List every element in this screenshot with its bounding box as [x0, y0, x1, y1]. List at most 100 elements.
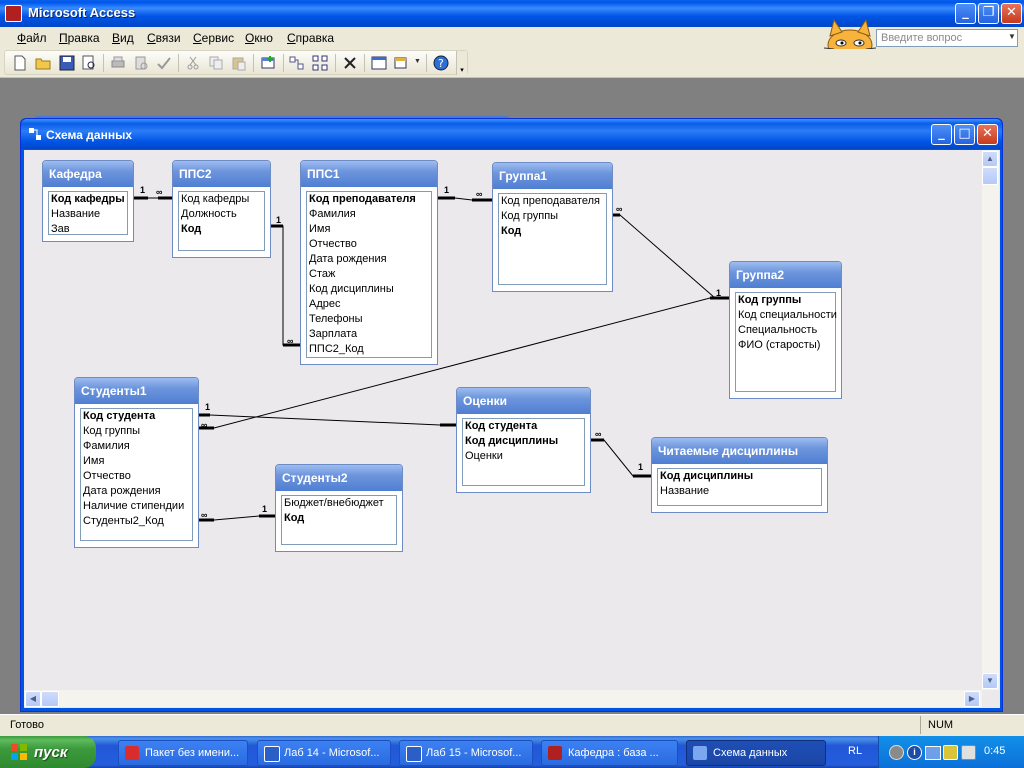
- tray-icon-4[interactable]: [943, 745, 958, 760]
- table-title[interactable]: Читаемые дисциплины: [652, 438, 827, 464]
- table-title[interactable]: Оценки: [457, 388, 590, 414]
- field[interactable]: Бюджет/внебюджет: [282, 496, 396, 511]
- field[interactable]: Стаж: [307, 267, 431, 282]
- field-list[interactable]: Код кафедры Название Зав: [48, 191, 128, 235]
- print-icon[interactable]: [110, 55, 126, 71]
- menu-relationships[interactable]: Связи: [147, 31, 181, 45]
- table-title[interactable]: Кафедра: [43, 161, 133, 187]
- key-field[interactable]: Код студента: [81, 409, 192, 424]
- table-kafedra[interactable]: Кафедра Код кафедры Название Зав: [42, 160, 134, 242]
- key-field[interactable]: Код кафедры: [49, 192, 127, 207]
- field[interactable]: Код специальности: [736, 308, 837, 323]
- help-question-input[interactable]: Введите вопрос: [876, 29, 1018, 47]
- table-pps2[interactable]: ППС2 Код кафедры Должность Код: [172, 160, 271, 258]
- table-title[interactable]: Студенты1: [75, 378, 198, 404]
- key-field[interactable]: Код студента: [463, 419, 584, 434]
- field[interactable]: Код группы: [81, 424, 192, 439]
- menu-help[interactable]: Справка: [287, 31, 334, 45]
- table-title[interactable]: ППС1: [301, 161, 437, 187]
- task-button-relationships[interactable]: Схема данных: [686, 740, 826, 766]
- spelling-icon[interactable]: [156, 55, 172, 71]
- field[interactable]: Имя: [307, 222, 431, 237]
- field[interactable]: Адрес: [307, 297, 431, 312]
- key-field[interactable]: Код: [179, 222, 264, 237]
- open-folder-icon[interactable]: [35, 55, 51, 71]
- field[interactable]: Студенты2_Код: [81, 514, 192, 529]
- field[interactable]: Зав: [49, 222, 127, 237]
- field[interactable]: Наличие стипендии: [81, 499, 192, 514]
- table-gruppa2[interactable]: Группа2 Код группы Код специальности Специа…: [729, 261, 842, 399]
- field[interactable]: Дата рождения: [81, 484, 192, 499]
- menu-window[interactable]: Окно: [245, 31, 273, 45]
- paste-icon[interactable]: [231, 55, 247, 71]
- menu-file[interactable]: Файл: [17, 31, 47, 45]
- menu-edit[interactable]: Правка: [59, 31, 100, 45]
- field[interactable]: Должность: [179, 207, 264, 222]
- show-table-icon[interactable]: [260, 55, 276, 71]
- field[interactable]: Зарплата: [307, 327, 431, 342]
- field[interactable]: Отчество: [81, 469, 192, 484]
- field-list[interactable]: Код преподавателя Код группы Код: [498, 193, 607, 285]
- vertical-scroll-thumb[interactable]: [982, 167, 998, 185]
- scroll-up-button[interactable]: ▲: [982, 151, 998, 167]
- field[interactable]: Специальность: [736, 323, 835, 338]
- table-title[interactable]: Группа1: [493, 163, 612, 189]
- info-icon[interactable]: i: [907, 745, 922, 760]
- cut-icon[interactable]: [185, 55, 201, 71]
- show-direct-relationships-icon[interactable]: [289, 55, 305, 71]
- key-field[interactable]: Код группы: [736, 293, 835, 308]
- table-title[interactable]: Студенты2: [276, 465, 402, 491]
- task-button-package[interactable]: Пакет без имени...: [118, 740, 248, 766]
- key-field[interactable]: Код: [499, 224, 606, 239]
- language-indicator[interactable]: RL: [848, 745, 862, 757]
- print-preview-icon[interactable]: [133, 55, 149, 71]
- field[interactable]: Оценки: [463, 449, 584, 464]
- key-field[interactable]: Код преподавателя: [307, 192, 431, 207]
- field[interactable]: Код дисциплины: [307, 282, 431, 297]
- field[interactable]: Телефоны: [307, 312, 431, 327]
- relationships-window-title-bar[interactable]: [21, 119, 1002, 149]
- field-list[interactable]: Код студента Код группы Фамилия Имя Отчество…: [80, 408, 193, 541]
- new-object-icon[interactable]: [394, 55, 410, 71]
- horizontal-scroll-thumb[interactable]: [41, 691, 59, 707]
- task-button-lab14[interactable]: Лаб 14 - Microsof...: [257, 740, 391, 766]
- show-all-relationships-icon[interactable]: [312, 55, 328, 71]
- menu-tools[interactable]: Сервис: [193, 31, 234, 45]
- tray-icon-1[interactable]: [889, 745, 904, 760]
- delete-icon[interactable]: [342, 55, 358, 71]
- field[interactable]: Отчество: [307, 237, 431, 252]
- toolbar-options-button[interactable]: ▾: [456, 51, 467, 75]
- table-studenty1[interactable]: Студенты1 Код студента Код группы Фамилия Им…: [74, 377, 199, 548]
- restore-button[interactable]: ❐: [978, 3, 999, 24]
- key-field[interactable]: Код дисциплины: [658, 469, 821, 484]
- save-icon[interactable]: [59, 55, 75, 71]
- table-ocenki[interactable]: Оценки Код студента Код дисциплины Оценки: [456, 387, 591, 493]
- field[interactable]: Фамилия: [307, 207, 431, 222]
- minimize-button[interactable]: _: [955, 3, 976, 24]
- help-icon[interactable]: ?: [433, 55, 449, 71]
- vertical-scrollbar[interactable]: [982, 150, 999, 690]
- table-title[interactable]: Группа2: [730, 262, 841, 288]
- field-list[interactable]: Код кафедры Должность Код: [178, 191, 265, 251]
- file-search-icon[interactable]: [81, 55, 97, 71]
- field[interactable]: Код кафедры: [179, 192, 264, 207]
- chevron-down-icon[interactable]: ▼: [414, 58, 421, 65]
- field[interactable]: Имя: [81, 454, 192, 469]
- field[interactable]: Название: [658, 484, 821, 499]
- table-studenty2[interactable]: Студенты2 Бюджет/внебюджет Код: [275, 464, 403, 552]
- scroll-down-button[interactable]: ▼: [982, 673, 998, 689]
- window-minimize-button[interactable]: _: [931, 124, 952, 145]
- field[interactable]: Фамилия: [81, 439, 192, 454]
- task-button-database[interactable]: Кафедра : база ...: [541, 740, 678, 766]
- task-button-lab15[interactable]: Лаб 15 - Microsof...: [399, 740, 533, 766]
- field[interactable]: ФИО (старосты): [736, 338, 835, 353]
- menu-view[interactable]: Вид: [112, 31, 134, 45]
- field[interactable]: Код преподавателя: [499, 194, 606, 209]
- table-gruppa1[interactable]: Группа1 Код преподавателя Код группы Код: [492, 162, 613, 292]
- horizontal-scrollbar[interactable]: [24, 690, 982, 707]
- field-list[interactable]: Код группы Код специальности Специальность…: [735, 292, 837, 392]
- field[interactable]: Код группы: [499, 209, 606, 224]
- table-disc[interactable]: Читаемые дисциплины Код дисциплины Названи…: [651, 437, 828, 513]
- database-window-icon[interactable]: [371, 55, 387, 71]
- field-list[interactable]: Код преподавателя Фамилия Имя Отчество Дата …: [306, 191, 432, 358]
